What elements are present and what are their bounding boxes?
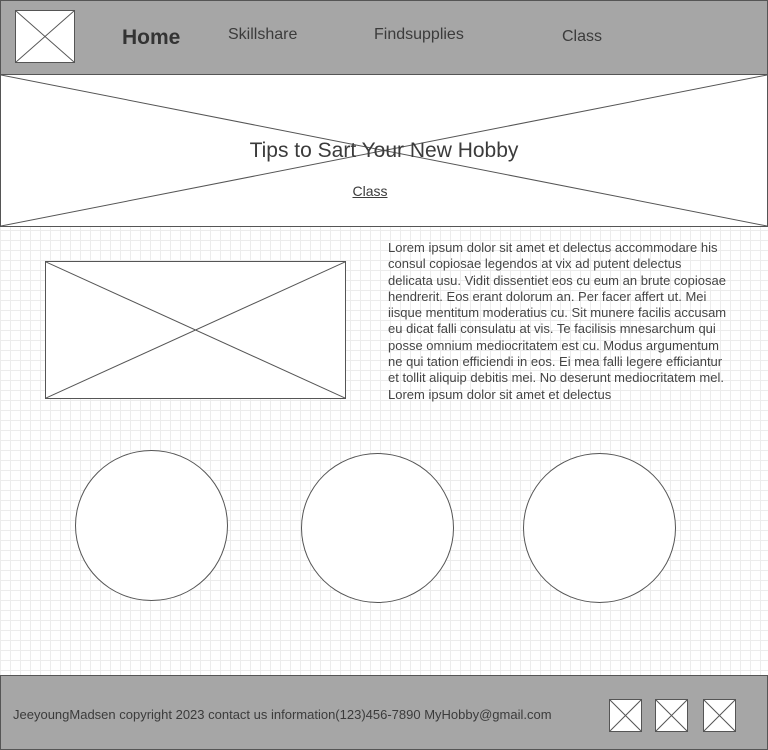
hero-class-link[interactable]: Class — [0, 183, 740, 199]
social-icon-2[interactable] — [655, 699, 688, 732]
image-placeholder-icon — [46, 262, 345, 398]
nav-findsupplies[interactable]: Findsupplies — [374, 26, 464, 44]
footer-text: JeeyoungMadsen copyright 2023 contact us… — [13, 707, 552, 722]
nav-home[interactable]: Home — [122, 26, 180, 50]
circle-placeholder-1[interactable] — [75, 450, 228, 601]
image-placeholder-icon — [16, 11, 74, 62]
image-placeholder-icon — [610, 700, 641, 731]
logo-image-placeholder[interactable] — [15, 10, 75, 63]
social-icon-3[interactable] — [703, 699, 736, 732]
circle-placeholder-3[interactable] — [523, 453, 676, 603]
image-placeholder-icon — [656, 700, 687, 731]
nav-skillshare[interactable]: Skillshare — [228, 26, 297, 44]
content-image-placeholder — [45, 261, 346, 399]
circle-placeholder-2[interactable] — [301, 453, 454, 603]
image-placeholder-icon — [704, 700, 735, 731]
nav-class[interactable]: Class — [562, 28, 602, 46]
hero-title: Tips to Sart Your New Hobby — [249, 139, 519, 162]
social-icon-1[interactable] — [609, 699, 642, 732]
body-text: Lorem ipsum dolor sit amet et delectus a… — [388, 240, 727, 402]
